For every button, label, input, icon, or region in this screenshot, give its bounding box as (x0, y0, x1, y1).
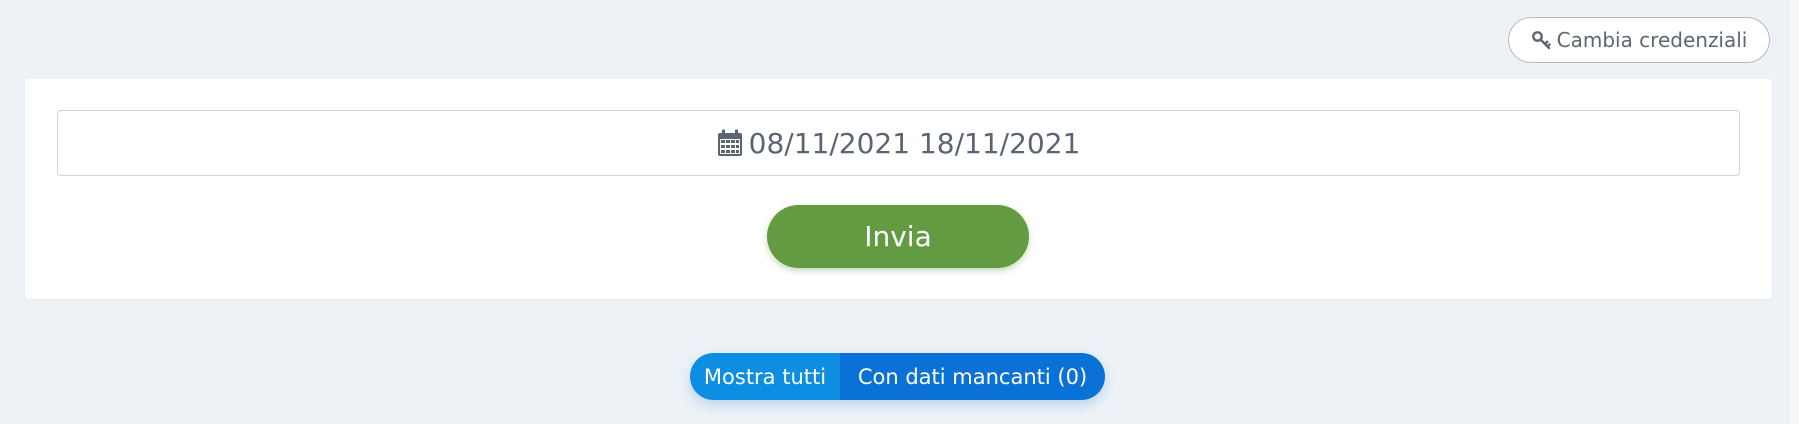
calendar-icon (717, 129, 743, 157)
date-range-value: 08/11/2021 18/11/2021 (748, 126, 1081, 160)
missing-data-button[interactable]: Con dati mancanti (0) (840, 353, 1105, 400)
date-range-input[interactable]: 08/11/2021 18/11/2021 (57, 110, 1740, 176)
change-credentials-button[interactable]: Cambia credenziali (1508, 17, 1770, 63)
change-credentials-label: Cambia credenziali (1556, 28, 1748, 52)
key-icon (1531, 30, 1551, 50)
show-all-button[interactable]: Mostra tutti (690, 353, 840, 400)
filter-toggle-group: Mostra tutti Con dati mancanti (0) (690, 353, 1105, 400)
date-filter-card: 08/11/2021 18/11/2021 Invia (25, 79, 1772, 299)
scrollbar-track (1788, 0, 1799, 424)
submit-button[interactable]: Invia (767, 205, 1029, 268)
